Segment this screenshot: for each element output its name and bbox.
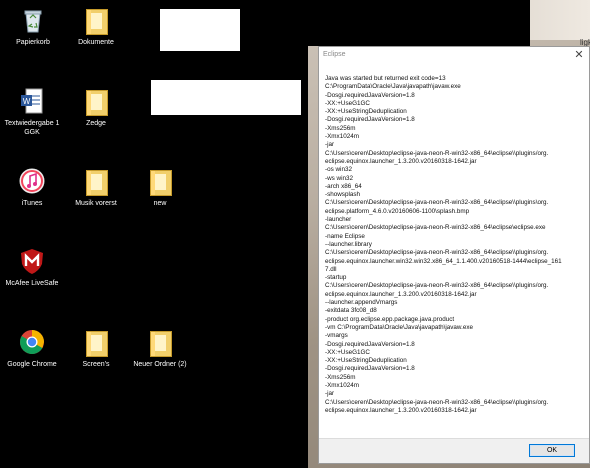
desktop-icon-dokumente[interactable]: Dokumente bbox=[60, 5, 132, 47]
itunes-icon bbox=[17, 166, 47, 196]
dialog-title: Eclipse bbox=[323, 51, 346, 58]
recycle-bin-icon bbox=[18, 5, 48, 35]
folder-icon bbox=[145, 166, 175, 196]
dialog-titlebar[interactable]: Eclipse ✕ bbox=[319, 47, 589, 63]
desktop-icon-label: new bbox=[153, 200, 167, 207]
folder-icon bbox=[81, 86, 111, 116]
desktop-icon-textwiedergabe[interactable]: W Textwiedergabe 1 GGK bbox=[0, 86, 68, 137]
desktop-icon-recycle-bin[interactable]: Papierkorb bbox=[0, 5, 69, 47]
svg-text:W: W bbox=[23, 97, 31, 106]
desktop-icon-mcafee[interactable]: McAfee LiveSafe bbox=[0, 246, 68, 288]
desktop-icon-screens[interactable]: Screen's bbox=[60, 327, 132, 369]
ok-button[interactable]: OK bbox=[529, 444, 575, 457]
mcafee-icon bbox=[17, 246, 47, 276]
chrome-icon bbox=[17, 327, 47, 357]
dialog-footer: OK bbox=[319, 438, 589, 463]
folder-icon bbox=[145, 327, 175, 357]
desktop-icon-label: iTunes bbox=[21, 200, 43, 207]
folder-icon bbox=[81, 327, 111, 357]
desktop-icon-label: Zedge bbox=[86, 120, 106, 127]
desktop-icon-itunes[interactable]: iTunes bbox=[0, 166, 68, 208]
desktop-icon-label: McAfee LiveSafe bbox=[5, 280, 59, 287]
desktop-icon-zedge[interactable]: Zedge bbox=[60, 86, 132, 128]
folder-icon bbox=[81, 166, 111, 196]
desktop-icon-google-chrome[interactable]: Google Chrome bbox=[0, 327, 68, 369]
eclipse-error-dialog: Eclipse ✕ Java was started but returned … bbox=[318, 46, 590, 464]
desktop-icon-label: Musik vorerst bbox=[75, 200, 117, 207]
desktop-icon-label: Textwiedergabe 1 GGK bbox=[4, 120, 60, 136]
error-message: Java was started but returned exit code=… bbox=[325, 75, 562, 414]
redacted-box-2 bbox=[151, 80, 301, 115]
close-icon[interactable]: ✕ bbox=[573, 49, 585, 61]
desktop-icon-label: Dokumente bbox=[78, 39, 114, 46]
desktop-icon-label: Screen's bbox=[82, 361, 110, 368]
desktop-icon-label: Neuer Ordner (2) bbox=[133, 361, 187, 368]
desktop-icon-label: Google Chrome bbox=[7, 361, 57, 368]
folder-icon bbox=[81, 5, 111, 35]
desktop-icon-neuer-ordner-2[interactable]: Neuer Ordner (2) bbox=[124, 327, 196, 369]
desktop-icon-label: Papierkorb bbox=[16, 39, 50, 46]
desktop-icon-new[interactable]: new bbox=[124, 166, 196, 208]
wallpaper-dark-band bbox=[308, 0, 530, 46]
desktop-icon-musik-vorerst[interactable]: Musik vorerst bbox=[60, 166, 132, 208]
redacted-box-1 bbox=[160, 9, 240, 51]
word-document-icon: W bbox=[17, 86, 47, 116]
